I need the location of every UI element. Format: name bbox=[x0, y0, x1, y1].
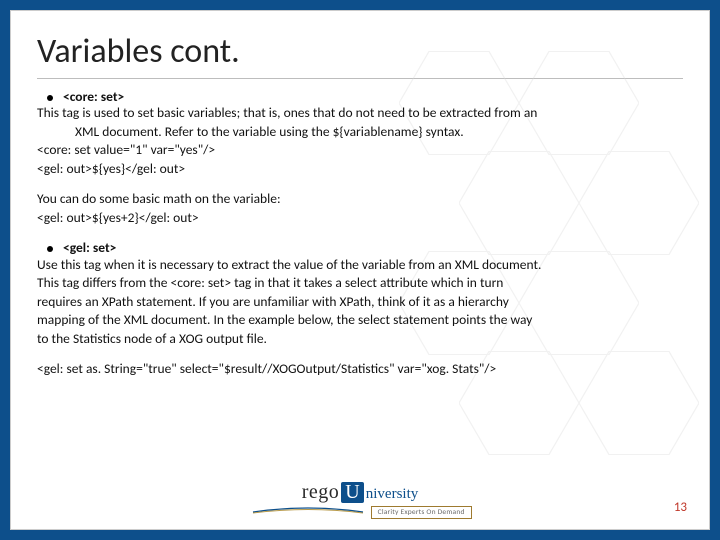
slide-frame: Variables cont. <core: set> This tag is … bbox=[0, 0, 720, 540]
math-line: You can do some basic math on the variab… bbox=[37, 191, 683, 207]
page-number: 13 bbox=[674, 500, 687, 515]
core-set-code-1: <core: set value="1" var="yes"/> bbox=[37, 142, 683, 158]
gel-set-code-block: <gel: set as. String="true" select="$res… bbox=[37, 361, 683, 377]
core-set-block: <core: set> This tag is used to set basi… bbox=[37, 89, 683, 177]
gel-set-p2: This tag differs from the <core: set> ta… bbox=[37, 275, 683, 291]
footer: rego U niversity Clarity Experts On Dema… bbox=[11, 481, 709, 519]
core-set-tag: <core: set> bbox=[63, 89, 124, 105]
logo-u: U bbox=[341, 482, 363, 503]
gel-set-p3: requires an XPath statement. If you are … bbox=[37, 294, 683, 310]
logo-brand: rego bbox=[302, 481, 340, 504]
core-set-desc-2: XML document. Refer to the variable usin… bbox=[37, 124, 683, 140]
title-rule bbox=[37, 78, 683, 79]
logo: rego U niversity Clarity Experts On Dema… bbox=[248, 481, 471, 519]
gel-set-p1: Use this tag when it is necessary to ext… bbox=[37, 257, 683, 273]
page-title: Variables cont. bbox=[37, 31, 683, 72]
logo-tagline: Clarity Experts On Demand bbox=[371, 506, 472, 519]
gel-set-code: <gel: set as. String="true" select="$res… bbox=[37, 361, 683, 377]
gel-set-block: <gel: set> Use this tag when it is neces… bbox=[37, 240, 683, 347]
slide-content: <core: set> This tag is used to set basi… bbox=[37, 89, 683, 378]
bullet-icon bbox=[47, 95, 53, 101]
core-set-code-2: <gel: out>${yes}</gel: out> bbox=[37, 161, 683, 177]
logo-swoosh-icon bbox=[248, 506, 368, 514]
math-block: You can do some basic math on the variab… bbox=[37, 191, 683, 226]
bullet-icon bbox=[47, 246, 53, 252]
math-code: <gel: out>${yes+2}</gel: out> bbox=[37, 210, 683, 226]
gel-set-tag: <gel: set> bbox=[63, 240, 116, 256]
logo-suffix: niversity bbox=[366, 486, 419, 503]
core-set-desc-1: This tag is used to set basic variables;… bbox=[37, 105, 683, 121]
gel-set-p4: mapping of the XML document. In the exam… bbox=[37, 312, 683, 328]
slide-inner: Variables cont. <core: set> This tag is … bbox=[10, 10, 710, 530]
gel-set-p5: to the Statistics node of a XOG output f… bbox=[37, 331, 683, 347]
